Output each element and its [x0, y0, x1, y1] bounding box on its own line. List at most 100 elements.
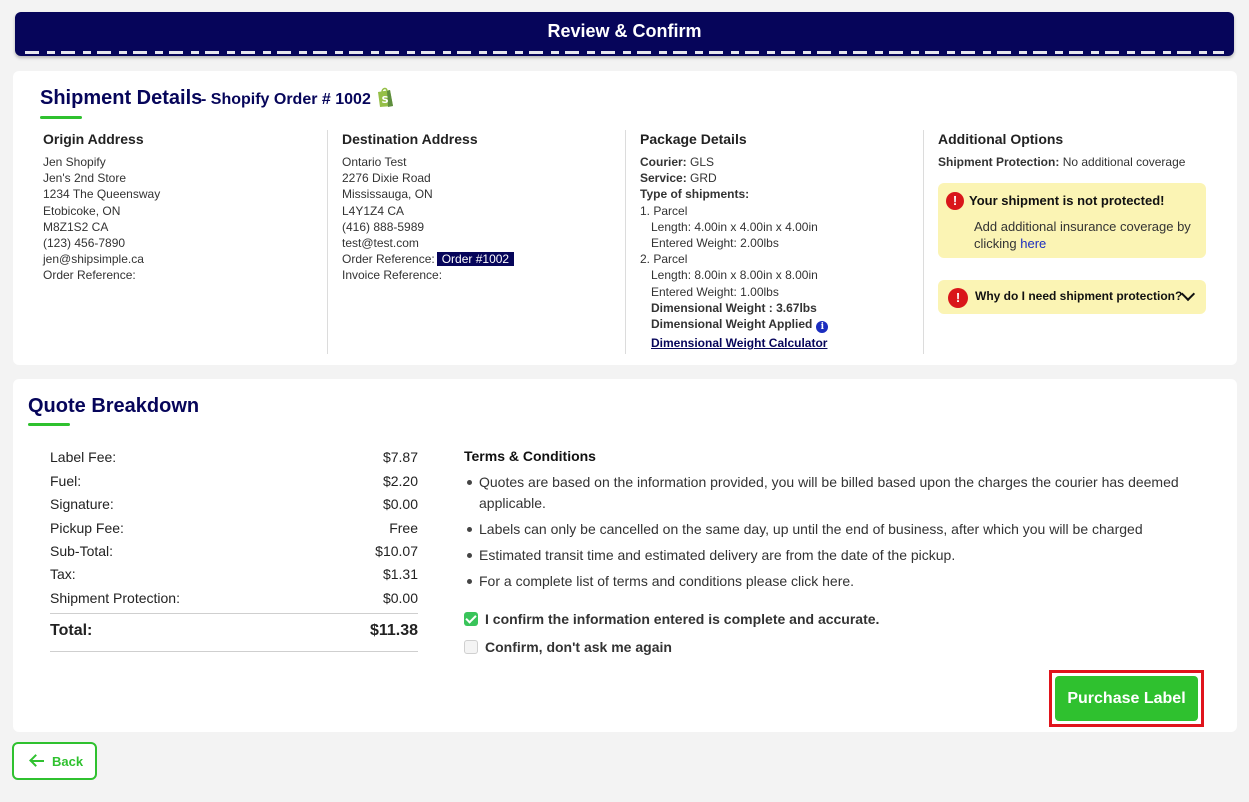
- dont-ask-label[interactable]: Confirm, don't ask me again: [485, 639, 672, 655]
- origin-address-column: Origin Address Jen Shopify Jen's 2nd Sto…: [43, 130, 313, 354]
- dimensional-weight-calculator-link[interactable]: Dimensional Weight Calculator: [651, 336, 827, 350]
- order-reference-label: Order Reference:: [342, 252, 435, 267]
- fee-row: Sub-Total: $10.07: [50, 543, 418, 566]
- fee-value: $1.31: [382, 566, 418, 582]
- fee-label: Signature:: [50, 496, 114, 512]
- fee-row: Fuel: $2.20: [50, 473, 418, 496]
- warning-body: Add additional insurance coverage by cli…: [974, 218, 1198, 252]
- confirm-info-checkbox[interactable]: [464, 612, 478, 626]
- dont-ask-checkbox[interactable]: [464, 640, 478, 654]
- service-line: Service: GRD: [640, 170, 920, 186]
- shipment-protection-line: Shipment Protection: No additional cover…: [938, 154, 1218, 170]
- exclamation-icon: !: [948, 288, 968, 308]
- invoice-reference: Invoice Reference:: [342, 268, 443, 283]
- shipment-details-card: Shipment Details - Shopify Order # 1002 …: [13, 71, 1237, 365]
- dim-applied-label: Dimensional Weight Applied: [651, 317, 813, 332]
- protection-faq-accordion[interactable]: ! Why do I need shipment protection?: [938, 280, 1206, 314]
- fee-row: Signature: $0.00: [50, 496, 418, 519]
- add-insurance-link[interactable]: here: [1020, 236, 1046, 251]
- arrow-left-icon: [31, 760, 44, 762]
- destination-line: Mississauga, ON: [342, 187, 433, 202]
- fee-label: Fuel:: [50, 473, 82, 489]
- terms-item[interactable]: For a complete list of terms and conditi…: [464, 571, 1224, 592]
- calculator-line: Dimensional Weight Calculator: [640, 335, 920, 351]
- order-reference: Order Reference: Order #1002: [342, 251, 612, 267]
- courier-label: Courier:: [640, 155, 687, 169]
- origin-heading: Origin Address: [43, 131, 144, 147]
- origin-line: Etobicoke, ON: [43, 203, 121, 218]
- warning-title: Your shipment is not protected!: [969, 193, 1165, 208]
- package-heading: Package Details: [640, 131, 747, 147]
- fee-value: $7.87: [382, 449, 418, 465]
- destination-heading: Destination Address: [342, 131, 478, 147]
- fee-value: $0.00: [382, 496, 418, 512]
- terms-item: Labels can only be cancelled on the same…: [464, 519, 1224, 540]
- title-underline: [28, 423, 70, 426]
- column-divider: [625, 130, 626, 354]
- total-value: $11.38: [369, 622, 418, 639]
- origin-line: Order Reference:: [43, 268, 136, 283]
- shopify-icon: S: [378, 87, 393, 107]
- review-confirm-header: Review & Confirm: [15, 12, 1234, 56]
- fee-row: Pickup Fee: Free: [50, 520, 418, 543]
- fee-label: Sub-Total:: [50, 543, 114, 559]
- parcel-2-weight: Entered Weight: 1.00lbs: [651, 284, 779, 299]
- title-underline: [40, 116, 82, 119]
- terms-item: Estimated transit time and estimated del…: [464, 545, 1224, 566]
- not-protected-warning: ! Your shipment is not protected! Add ad…: [938, 183, 1206, 258]
- destination-line: L4Y1Z4 CA: [342, 203, 405, 218]
- shipment-types-label: Type of shipments:: [640, 187, 750, 202]
- back-button[interactable]: Back: [12, 742, 97, 780]
- destination-address-column: Destination Address Ontario Test 2276 Di…: [342, 130, 612, 354]
- fee-label: Shipment Protection:: [50, 590, 180, 606]
- origin-line: Jen Shopify: [43, 155, 106, 169]
- origin-line: 1234 The Queensway: [43, 187, 161, 202]
- faq-question: Why do I need shipment protection?: [975, 289, 1183, 303]
- protection-value: No additional coverage: [1062, 155, 1186, 169]
- fee-row: Label Fee: $7.87: [50, 449, 418, 472]
- parcel-1: 1. Parcel: [640, 203, 688, 218]
- back-label: Back: [52, 754, 84, 769]
- parcel-1-length: Length: 4.00in x 4.00in x 4.00in: [651, 219, 818, 234]
- courier-line: Courier: GLS: [640, 154, 920, 170]
- package-details-column: Package Details Courier: GLS Service: GR…: [640, 130, 920, 354]
- service-label: Service:: [640, 171, 687, 186]
- fee-label: Label Fee:: [50, 449, 117, 465]
- origin-line: Jen's 2nd Store: [43, 171, 127, 186]
- fee-row: Shipment Protection: $0.00: [50, 590, 418, 613]
- fee-value: $2.20: [382, 473, 418, 489]
- terms-list: Quotes are based on the information prov…: [464, 472, 1224, 592]
- service-value: GRD: [690, 171, 717, 186]
- info-icon[interactable]: i: [816, 321, 829, 334]
- parcel-1-weight: Entered Weight: 2.00lbs: [651, 236, 779, 251]
- header-progress-dashes: [25, 51, 1224, 54]
- fee-row: Tax: $1.31: [50, 566, 418, 589]
- purchase-label-button[interactable]: Purchase Label: [1055, 676, 1198, 721]
- courier-value: GLS: [690, 155, 715, 169]
- origin-line: (123) 456-7890: [43, 236, 126, 251]
- terms-item: Quotes are based on the information prov…: [464, 472, 1224, 514]
- svg-text:S: S: [382, 95, 389, 106]
- page-title: Review & Confirm: [547, 21, 702, 41]
- fee-label: Tax:: [50, 566, 76, 582]
- destination-line: (416) 888-5989: [342, 219, 425, 234]
- quote-breakdown-card: Quote Breakdown Label Fee: $7.87 Fuel: $2.…: [13, 379, 1237, 732]
- terms-conditions: Terms & Conditions Quotes are based on t…: [464, 448, 1224, 597]
- dimensional-weight: Dimensional Weight : 3.67lbs: [651, 300, 817, 315]
- total-row: Total: $11.38: [50, 622, 418, 645]
- parcel-2: 2. Parcel: [640, 252, 688, 267]
- order-reference-chip: Order #1002: [436, 252, 515, 267]
- origin-line: jen@shipsimple.ca: [43, 252, 144, 267]
- fee-value: Free: [389, 520, 418, 536]
- chevron-down-icon[interactable]: [1180, 286, 1196, 302]
- warning-text: Add additional insurance coverage by cli…: [974, 219, 1191, 251]
- dimensional-weight-applied: Dimensional Weight Applied i: [640, 316, 920, 334]
- purchase-button-highlight: Purchase Label: [1049, 670, 1204, 727]
- destination-line: test@test.com: [342, 236, 419, 251]
- destination-line: 2276 Dixie Road: [342, 171, 431, 186]
- fee-label: Pickup Fee:: [50, 520, 124, 536]
- confirm-info-label[interactable]: I confirm the information entered is com…: [485, 611, 879, 627]
- parcel-2-length: Length: 8.00in x 8.00in x 8.00in: [651, 268, 818, 283]
- shopify-order-subtitle: - Shopify Order # 1002: [201, 91, 371, 108]
- destination-line: Ontario Test: [342, 155, 407, 169]
